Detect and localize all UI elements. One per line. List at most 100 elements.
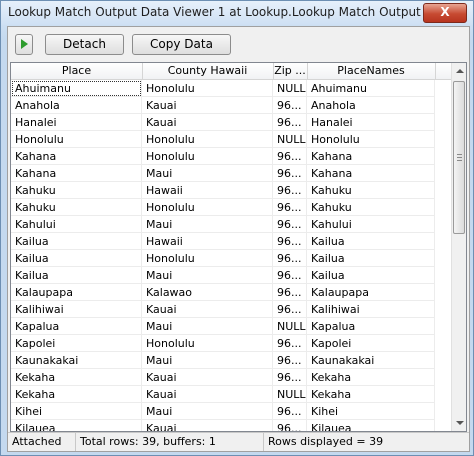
cell-placenames[interactable]: Kailua	[307, 233, 435, 250]
cell-place[interactable]: Kahuku	[11, 199, 142, 216]
cell-county[interactable]: Maui	[142, 267, 273, 284]
cell-place[interactable]: Kekaha	[11, 386, 142, 403]
cell-zip[interactable]: 96...	[273, 233, 307, 250]
cell-placenames[interactable]: Kapalua	[307, 318, 435, 335]
cell-county[interactable]: Maui	[142, 318, 273, 335]
cell-county[interactable]: Hawaii	[142, 182, 273, 199]
cell-placenames[interactable]: Ahuimanu	[307, 80, 435, 97]
cell-zip[interactable]: 96...	[273, 301, 307, 318]
cell-place[interactable]: Kilauea	[11, 420, 142, 431]
table-row[interactable]: Kahana Maui 96... Kahana	[11, 165, 451, 182]
cell-zip[interactable]: 96...	[273, 165, 307, 182]
cell-zip[interactable]: 96...	[273, 199, 307, 216]
copy-data-button[interactable]: Copy Data	[132, 34, 231, 55]
cell-county[interactable]: Honolulu	[142, 148, 273, 165]
table-row[interactable]: Kailua Maui 96... Kailua	[11, 267, 451, 284]
cell-zip[interactable]: 96...	[273, 352, 307, 369]
cell-zip[interactable]: 96...	[273, 216, 307, 233]
cell-county[interactable]: Kauai	[142, 386, 273, 403]
cell-county[interactable]: Hawaii	[142, 233, 273, 250]
table-row[interactable]: Kailua Honolulu 96... Kailua	[11, 250, 451, 267]
vertical-scrollbar[interactable]	[451, 63, 466, 431]
cell-placenames[interactable]: Anahola	[307, 97, 435, 114]
table-row[interactable]: Kalaupapa Kalawao 96... Kalaupapa	[11, 284, 451, 301]
cell-place[interactable]: Hanalei	[11, 114, 142, 131]
cell-place[interactable]: Kailua	[11, 267, 142, 284]
cell-place[interactable]: Kekaha	[11, 369, 142, 386]
cell-placenames[interactable]: Kilauea	[307, 420, 435, 431]
scrollbar-thumb[interactable]	[453, 81, 465, 234]
cell-placenames[interactable]: Kahana	[307, 148, 435, 165]
table-row[interactable]: Kilauea Kauai 96... Kilauea	[11, 420, 451, 431]
cell-county[interactable]: Kauai	[142, 97, 273, 114]
cell-county[interactable]: Maui	[142, 165, 273, 182]
cell-zip[interactable]: 96...	[273, 403, 307, 420]
cell-county[interactable]: Maui	[142, 403, 273, 420]
column-header-placenames[interactable]: PlaceNames	[307, 63, 436, 79]
cell-county[interactable]: Honolulu	[142, 80, 273, 97]
cell-county[interactable]: Honolulu	[142, 335, 273, 352]
cell-placenames[interactable]: Kihei	[307, 403, 435, 420]
table-row[interactable]: Kekaha Kauai 96... Kekaha	[11, 369, 451, 386]
title-bar[interactable]: Lookup Match Output Data Viewer 1 at Loo…	[1, 1, 473, 25]
cell-county[interactable]: Kauai	[142, 369, 273, 386]
cell-county[interactable]: Maui	[142, 216, 273, 233]
cell-zip[interactable]: 96...	[273, 369, 307, 386]
cell-place[interactable]: Kahului	[11, 216, 142, 233]
scroll-down-button[interactable]	[452, 415, 466, 431]
table-row[interactable]: Hanalei Kauai 96... Hanalei	[11, 114, 451, 131]
column-header-place[interactable]: Place	[11, 63, 143, 79]
cell-placenames[interactable]: Kahana	[307, 165, 435, 182]
cell-place[interactable]: Ahuimanu	[11, 80, 142, 97]
cell-place[interactable]: Kailua	[11, 250, 142, 267]
cell-zip[interactable]: 96...	[273, 335, 307, 352]
table-row[interactable]: Kahuku Hawaii 96... Kahuku	[11, 182, 451, 199]
table-row[interactable]: Kalihiwai Kauai 96... Kalihiwai	[11, 301, 451, 318]
table-row[interactable]: Kapalua Maui NULL Kapalua	[11, 318, 451, 335]
cell-zip[interactable]: NULL	[273, 318, 307, 335]
scroll-up-button[interactable]	[452, 63, 466, 79]
detach-button[interactable]: Detach	[45, 34, 124, 55]
cell-zip[interactable]: NULL	[273, 80, 307, 97]
continue-button[interactable]	[15, 34, 33, 55]
cell-place[interactable]: Kalaupapa	[11, 284, 142, 301]
cell-zip[interactable]: 96...	[273, 182, 307, 199]
cell-place[interactable]: Kaunakakai	[11, 352, 142, 369]
cell-place[interactable]: Kalihiwai	[11, 301, 142, 318]
cell-place[interactable]: Kihei	[11, 403, 142, 420]
cell-zip[interactable]: 96...	[273, 284, 307, 301]
cell-county[interactable]: Honolulu	[142, 131, 273, 148]
table-row[interactable]: Kihei Maui 96... Kihei	[11, 403, 451, 420]
cell-placenames[interactable]: Kekaha	[307, 386, 435, 403]
cell-zip[interactable]: 96...	[273, 148, 307, 165]
cell-placenames[interactable]: Kailua	[307, 267, 435, 284]
cell-place[interactable]: Kahana	[11, 165, 142, 182]
cell-county[interactable]: Maui	[142, 352, 273, 369]
cell-placenames[interactable]: Kahului	[307, 216, 435, 233]
cell-placenames[interactable]: Hanalei	[307, 114, 435, 131]
close-button[interactable]: X	[423, 3, 467, 23]
table-row[interactable]: Kekaha Kauai NULL Kekaha	[11, 386, 451, 403]
cell-zip[interactable]: 96...	[273, 97, 307, 114]
cell-placenames[interactable]: Kalihiwai	[307, 301, 435, 318]
cell-place[interactable]: Kahana	[11, 148, 142, 165]
cell-place[interactable]: Honolulu	[11, 131, 142, 148]
table-row[interactable]: Kailua Hawaii 96... Kailua	[11, 233, 451, 250]
table-row[interactable]: Kahului Maui 96... Kahului	[11, 216, 451, 233]
cell-placenames[interactable]: Kahuku	[307, 182, 435, 199]
cell-place[interactable]: Kahuku	[11, 182, 142, 199]
cell-county[interactable]: Kauai	[142, 301, 273, 318]
cell-placenames[interactable]: Honolulu	[307, 131, 435, 148]
cell-placenames[interactable]: Kaunakakai	[307, 352, 435, 369]
cell-county[interactable]: Kauai	[142, 114, 273, 131]
cell-county[interactable]: Kalawao	[142, 284, 273, 301]
cell-placenames[interactable]: Kahuku	[307, 199, 435, 216]
cell-county[interactable]: Honolulu	[142, 199, 273, 216]
cell-placenames[interactable]: Kailua	[307, 250, 435, 267]
table-row[interactable]: Anahola Kauai 96... Anahola	[11, 97, 451, 114]
cell-zip[interactable]: NULL	[273, 386, 307, 403]
data-grid[interactable]: Place County Hawaii Zip ... PlaceNames A…	[10, 62, 467, 432]
cell-placenames[interactable]: Kalaupapa	[307, 284, 435, 301]
cell-county[interactable]: Honolulu	[142, 250, 273, 267]
cell-place[interactable]: Kailua	[11, 233, 142, 250]
